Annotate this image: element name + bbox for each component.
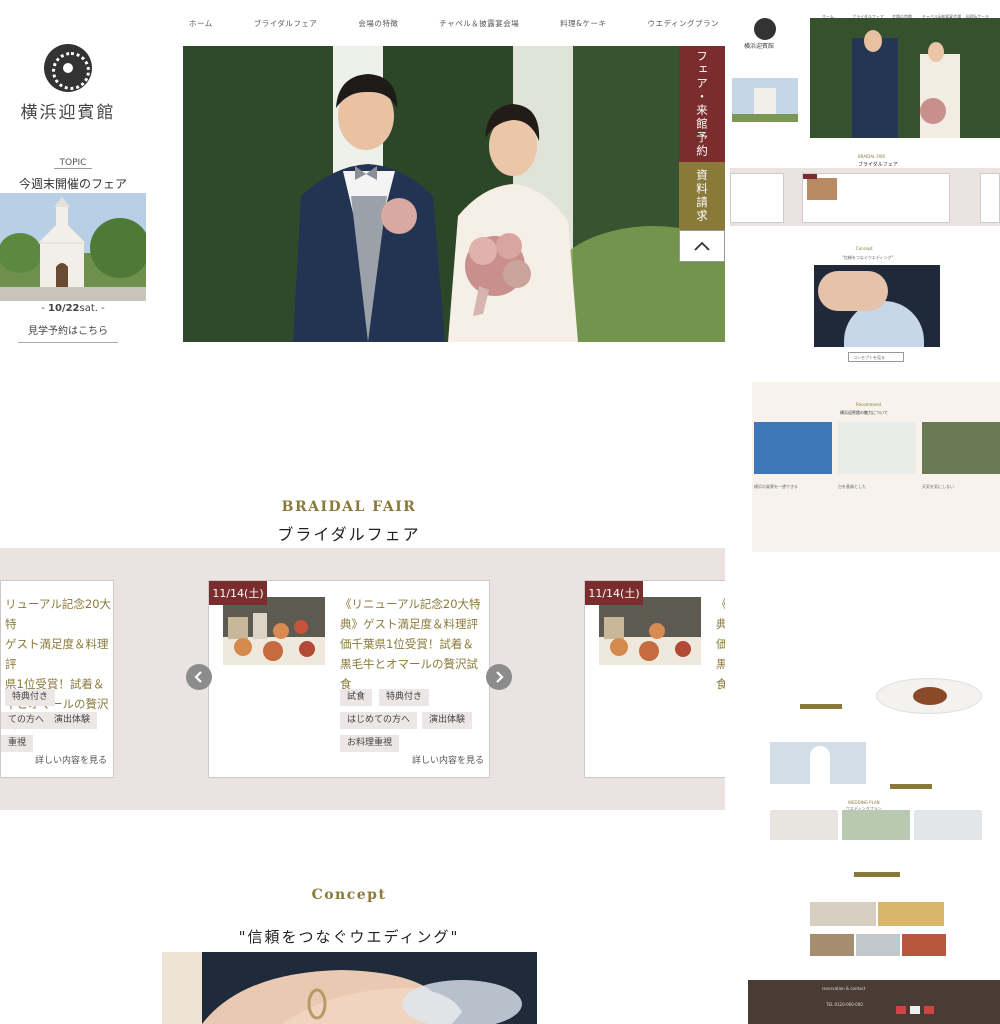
fair-tag: 演出体験 [47, 712, 98, 729]
fair-tag: お料理重視 [340, 735, 400, 752]
mini-concept-heading: Concept [856, 246, 873, 251]
fair-heading-en: BRAIDAL FAIR [281, 499, 417, 515]
site-logo[interactable]: 横浜迎賓館 [18, 44, 118, 123]
fair-tag: 演出体験 [422, 712, 473, 729]
mini-brand: 横浜迎賓館 [744, 43, 775, 50]
fair-date-badge: 11/14(土) [209, 581, 267, 605]
fair-tag: 試食 [340, 689, 373, 706]
fair-card-partial-right[interactable]: 11/14(土) 《 典 価 黒 食 [584, 580, 725, 778]
nav-item-features[interactable]: 会場の特徴 [352, 18, 404, 29]
nav-item-cuisine[interactable]: 料理&ケーキ [554, 18, 612, 29]
mini-gallery-thumb [810, 934, 854, 956]
mini-chapel-thumb [732, 78, 798, 122]
fair-card[interactable]: 11/14(土) 《リニューアル記念20大特 典》ゲスト満足度＆料理評 価千葉県… [208, 580, 490, 778]
mini-concept-button: コンセプトを見る [848, 352, 904, 362]
mini-button [890, 784, 932, 789]
mini-page-preview: 横浜迎賓館 ホーム ブライダルフェア 会場の特徴 チャペル&披露宴会場 料理&ケ… [730, 14, 1000, 1024]
brand-name: 横浜迎賓館 [20, 103, 116, 123]
scroll-top-button[interactable] [679, 230, 725, 262]
fair-tag: 重視 [1, 735, 34, 752]
global-nav: ホーム ブライダルフェア 会場の特徴 チャペル＆披露宴会場 料理&ケーキ ウエデ… [183, 18, 725, 29]
fair-card-title: 《 典 価 黒 食 [716, 594, 725, 694]
nav-item-plan[interactable]: ウエディングプラン [641, 18, 724, 29]
fair-food-photo [599, 597, 701, 665]
mini-fair-band [730, 168, 1000, 226]
chevron-up-icon [694, 241, 710, 251]
chevron-left-icon [194, 671, 202, 683]
nav-item-bridal-fair[interactable]: ブライダルフェア [248, 18, 324, 29]
fair-tag: ての方へ [1, 712, 52, 729]
mini-contact-band: reservation & contact TEL 0120-000-000 [748, 980, 1000, 1024]
nav-item-chapel[interactable]: チャペル＆披露宴会場 [433, 18, 525, 29]
mini-plan-thumb [770, 810, 838, 840]
fair-tag: 特典付き [379, 689, 430, 706]
fair-tag: 特典付き [5, 689, 56, 706]
mini-gallery-thumb [902, 934, 946, 956]
mini-button [800, 704, 842, 709]
topic-title: 今週末開催のフェア [18, 177, 127, 191]
mini-gallery-thumb [878, 902, 944, 926]
chevron-right-icon [496, 671, 504, 683]
mini-logo-icon [754, 18, 776, 40]
fair-more-link[interactable]: 詳しい内容を見る [412, 753, 484, 766]
fair-more-link[interactable]: 詳しい内容を見る [35, 753, 107, 766]
request-brochure-button[interactable]: 資料請求 [679, 162, 725, 230]
concept-heading-en: Concept [311, 887, 387, 903]
concept-heading-jp: "信頼をつなぐウエディング" [238, 928, 460, 946]
mini-gallery-thumb [810, 902, 876, 926]
fair-tag: はじめての方へ [340, 712, 418, 729]
mini-fair-heading-en: BRAIDAL FAIR [858, 154, 886, 159]
mini-gallery-thumb [856, 934, 900, 956]
logo-emblem-icon [44, 44, 92, 92]
carousel-next-button[interactable] [486, 664, 512, 690]
mini-concept-sub: "信頼をつなぐウエディング" [842, 255, 894, 260]
mini-concept-photo [814, 265, 940, 347]
concept-rings-photo [162, 952, 537, 1024]
event-date: - 10/22sat. - [41, 303, 105, 314]
nav-item-home[interactable]: ホーム [183, 18, 219, 29]
fair-card-partial-left[interactable]: リューアル記念20大特 ゲスト満足度＆料理評 県1位受賞！試着＆ 牛とオマールの… [0, 580, 114, 778]
mini-button [854, 872, 900, 877]
fair-food-photo [223, 597, 325, 665]
topic-label: TOPIC [0, 158, 146, 169]
mini-plan-thumb [914, 810, 982, 840]
mini-dish-photo [876, 678, 982, 714]
chapel-photo[interactable] [0, 193, 146, 301]
mini-plan-thumb [842, 810, 910, 840]
fair-card-title: 《リニューアル記念20大特 典》ゲスト満足度＆料理評 価千葉県1位受賞！試着＆ … [340, 597, 481, 691]
visit-reservation-link[interactable]: 見学予約はこちら [18, 322, 118, 343]
mini-recommend-section: Recommend 横浜迎賓館の魅力について 横浜の風景を一望できる 白を基調と… [752, 382, 1000, 552]
mini-plan-heading-en: WEDDING PLAN [848, 800, 880, 805]
mini-dress-photo [770, 742, 866, 784]
fair-date-badge: 11/14(土) [585, 581, 643, 605]
mini-hero-photo [810, 18, 1000, 138]
hero-photo [183, 46, 725, 342]
fair-reservation-button[interactable]: フェア・来館予約 [679, 46, 725, 162]
carousel-prev-button[interactable] [186, 664, 212, 690]
fair-heading-jp: ブライダルフェア [277, 525, 421, 544]
mini-fair-heading-jp: ブライダルフェア [858, 162, 898, 168]
